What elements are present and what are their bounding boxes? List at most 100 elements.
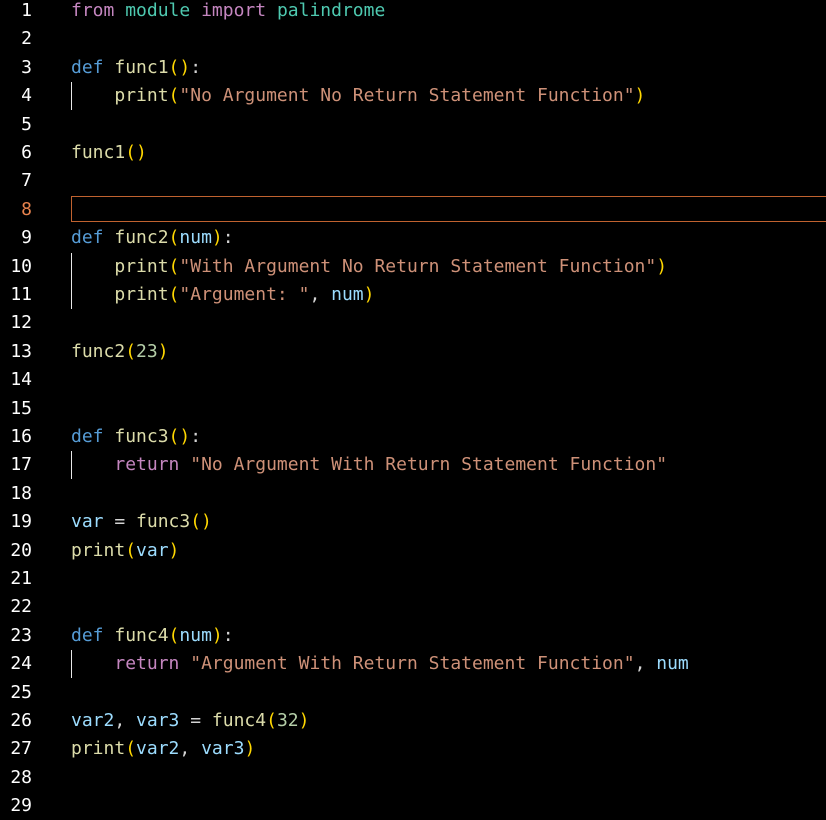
code-text: var2, var3 = func4(32) [71, 707, 309, 735]
code-token: , [634, 653, 657, 675]
line-number: 8 [21, 198, 32, 220]
code-token: : [190, 56, 202, 78]
line-number: 26 [10, 710, 32, 731]
code-line-26[interactable]: 26 var2, var3 = func4(32) [0, 707, 826, 735]
code-line-5[interactable]: 5 [0, 111, 826, 139]
line-number: 10 [10, 255, 32, 277]
code-line-28[interactable]: 28 [0, 764, 826, 792]
code-token: : [222, 227, 234, 249]
code-line-4[interactable]: 4 print("No Argument No Return Statement… [0, 82, 826, 111]
code-text: from module import palindrome [71, 0, 385, 25]
code-token: ) [244, 738, 256, 760]
code-token: 32 [276, 710, 299, 731]
code-token: ( [125, 539, 137, 561]
code-line-22[interactable]: 22 [0, 593, 826, 621]
code-line-7[interactable]: 7 [0, 167, 826, 195]
line-number: 16 [10, 426, 32, 447]
code-text: def func1(): [71, 54, 201, 82]
code-token: def [71, 227, 104, 249]
code-token: ( [168, 624, 180, 646]
line-number: 11 [10, 284, 32, 305]
code-line-2[interactable]: 2 [0, 25, 826, 53]
code-token: func4 [211, 710, 267, 731]
code-token: 23 [136, 340, 158, 362]
code-line-29[interactable]: 29 [0, 792, 826, 820]
line-number: 9 [21, 227, 32, 249]
code-token: var [71, 511, 104, 533]
code-token: , [179, 738, 202, 760]
code-line-11[interactable]: 11 print("Argument: ", num) [0, 281, 826, 309]
line-number: 3 [21, 56, 32, 78]
code-token: ) [363, 284, 375, 305]
code-line-19[interactable]: 19 var = func3() [0, 508, 826, 536]
code-token: ) [211, 624, 223, 646]
code-token: return [114, 653, 180, 675]
code-line-25[interactable]: 25 [0, 679, 826, 707]
code-line-24[interactable]: 24 return "Argument With Return Statemen… [0, 650, 826, 679]
code-line-27[interactable]: 27 print(var2, var3) [0, 735, 826, 763]
code-token: import [201, 0, 267, 21]
code-line-21[interactable]: 21 [0, 565, 826, 593]
code-line-6[interactable]: 6 func1() [0, 139, 826, 167]
code-line-8[interactable]: 8 [0, 195, 826, 224]
code-line-15[interactable]: 15 [0, 395, 826, 423]
code-token: : [222, 624, 234, 646]
code-token: () [125, 142, 147, 163]
current-line-highlight [71, 195, 826, 222]
code-token: () [168, 56, 191, 78]
code-token: var2 [71, 710, 115, 731]
line-number: 23 [10, 624, 32, 646]
code-text: return "Argument With Return Statement F… [71, 650, 689, 678]
code-line-23[interactable]: 23 def func4(num): [0, 622, 826, 650]
code-token: func1 [71, 142, 126, 163]
code-token: : [190, 426, 202, 447]
code-token: def [71, 426, 104, 447]
code-token: () [190, 511, 212, 533]
code-token: func3 [114, 426, 169, 447]
code-editor[interactable]: 1 from module import palindrome 2 3 def func… [0, 0, 826, 820]
line-number: 17 [10, 454, 32, 476]
code-token: ( [125, 738, 137, 760]
code-token: print [71, 738, 126, 760]
code-text: print("With Argument No Return Statement… [71, 253, 667, 281]
code-token: "No Argument With Return Statement Funct… [190, 454, 668, 476]
code-token: ) [168, 539, 180, 561]
line-number: 20 [10, 539, 32, 561]
code-text: print(var) [71, 537, 179, 565]
code-line-16[interactable]: 16 def func3(): [0, 423, 826, 451]
code-token: func3 [136, 511, 191, 533]
code-token: func4 [114, 624, 169, 646]
code-token: module [125, 0, 191, 21]
code-token: print [114, 85, 169, 107]
code-line-20[interactable]: 20 print(var) [0, 537, 826, 565]
code-line-3[interactable]: 3 def func1(): [0, 54, 826, 82]
code-line-9[interactable]: 9 def func2(num): [0, 224, 826, 252]
line-number: 6 [21, 142, 32, 163]
code-line-18[interactable]: 18 [0, 480, 826, 508]
code-line-17[interactable]: 17 return "No Argument With Return State… [0, 451, 826, 480]
code-token: ) [634, 85, 646, 107]
code-line-1[interactable]: 1 from module import palindrome [0, 0, 826, 25]
code-line-10[interactable]: 10 print("With Argument No Return Statem… [0, 252, 826, 281]
code-token: ) [211, 227, 223, 249]
code-token: ( [125, 340, 137, 362]
code-line-14[interactable]: 14 [0, 366, 826, 394]
code-token: , [114, 710, 137, 731]
line-number: 28 [10, 766, 32, 788]
code-text: return "No Argument With Return Statemen… [71, 451, 667, 479]
line-number: 15 [10, 397, 32, 419]
code-line-12[interactable]: 12 [0, 309, 826, 337]
line-number: 13 [10, 340, 32, 362]
code-line-13[interactable]: 13 func2(23) [0, 338, 826, 366]
code-token: = [179, 710, 212, 731]
code-token: num [656, 653, 689, 675]
code-token: ) [157, 340, 169, 362]
code-token: palindrome [276, 0, 386, 21]
